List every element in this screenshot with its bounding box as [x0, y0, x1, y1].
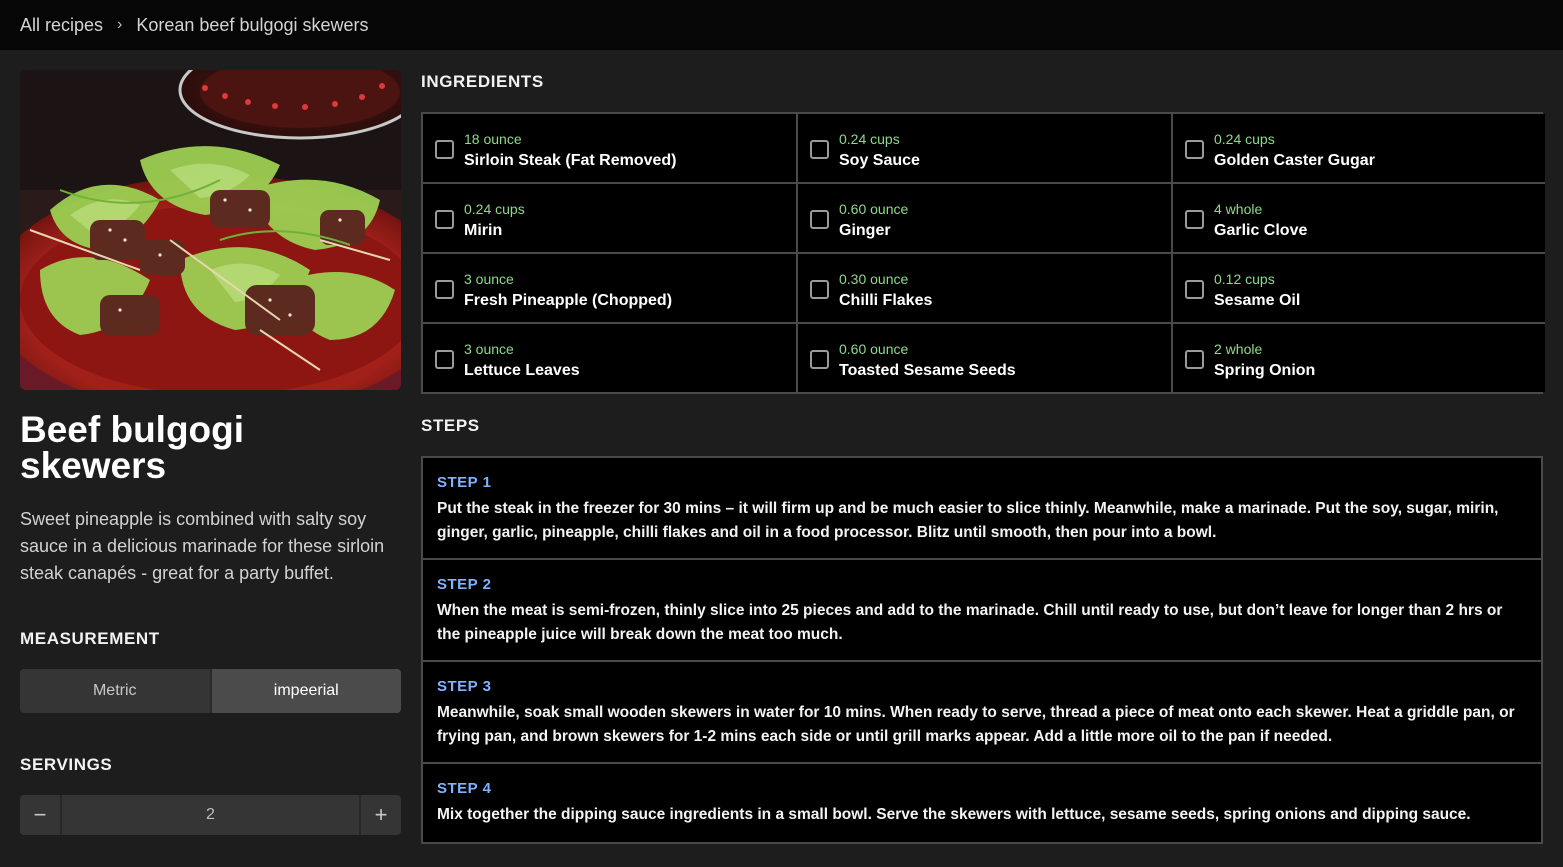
ingredient-quantity: 4 whole	[1214, 201, 1263, 217]
recipe-title: Beef bulgogi skewers	[20, 409, 245, 486]
imperial-option-button[interactable]: impeerial	[209, 669, 401, 713]
ingredient-item[interactable]: 0.60 ounce Ginger	[798, 184, 1173, 254]
ingredient-checkbox[interactable]	[810, 210, 829, 229]
ingredient-item[interactable]: 0.24 cups Golden Caster Gugar	[1173, 114, 1545, 184]
step-item: STEP 1 Put the steak in the freezer for …	[423, 458, 1541, 560]
step-label: STEP 2	[437, 576, 492, 593]
step-text: When the meat is semi-frozen, thinly sli…	[437, 602, 1503, 643]
step-text: Put the steak in the freezer for 30 mins…	[437, 500, 1499, 541]
ingredient-item[interactable]: 0.24 cups Soy Sauce	[798, 114, 1173, 184]
chevron-right-icon: ›	[117, 16, 123, 33]
recipe-sidebar: Beef bulgogi skewers Sweet pineapple is …	[20, 70, 401, 835]
servings-stepper: − 2 +	[20, 795, 401, 835]
measurement-toggle: Metric impeerial	[20, 669, 401, 713]
step-item: STEP 3 Meanwhile, soak small wooden skew…	[423, 662, 1541, 764]
steps-heading: STEPS	[421, 416, 480, 435]
recipe-photo	[20, 70, 401, 390]
measurement-heading: MEASUREMENT	[20, 629, 160, 648]
ingredient-quantity: 0.24 cups	[1214, 131, 1275, 147]
ingredient-name: Lettuce Leaves	[464, 362, 580, 379]
steps-list: STEP 1 Put the steak in the freezer for …	[421, 456, 1543, 844]
top-bar: All recipes › Korean beef bulgogi skewer…	[0, 0, 1563, 50]
recipe-main: INGREDIENTS 18 ounce Sirloin Steak (Fat …	[421, 70, 1545, 844]
ingredient-quantity: 3 ounce	[464, 271, 514, 287]
increment-button[interactable]: +	[361, 795, 401, 835]
ingredient-item[interactable]: 2 whole Spring Onion	[1173, 324, 1545, 392]
step-label: STEP 3	[437, 678, 492, 695]
ingredients-grid: 18 ounce Sirloin Steak (Fat Removed) 0.2…	[421, 112, 1545, 394]
ingredient-name: Ginger	[839, 222, 891, 239]
ingredient-checkbox[interactable]	[810, 140, 829, 159]
ingredient-item[interactable]: 0.60 ounce Toasted Sesame Seeds	[798, 324, 1173, 392]
ingredient-name: Soy Sauce	[839, 152, 920, 169]
ingredient-checkbox[interactable]	[435, 280, 454, 299]
metric-option-button[interactable]: Metric	[20, 669, 210, 713]
ingredient-quantity: 0.12 cups	[1214, 271, 1275, 287]
ingredient-item[interactable]: 0.12 cups Sesame Oil	[1173, 254, 1545, 324]
step-label: STEP 1	[437, 474, 492, 491]
ingredient-checkbox[interactable]	[1185, 140, 1204, 159]
ingredient-name: Mirin	[464, 222, 503, 239]
ingredient-item[interactable]: 4 whole Garlic Clove	[1173, 184, 1545, 254]
breadcrumb-current: Korean beef bulgogi skewers	[136, 14, 369, 35]
ingredient-item[interactable]: 0.24 cups Mirin	[423, 184, 798, 254]
ingredient-checkbox[interactable]	[435, 140, 454, 159]
ingredient-checkbox[interactable]	[1185, 280, 1204, 299]
ingredient-quantity: 0.24 cups	[839, 131, 900, 147]
ingredient-checkbox[interactable]	[435, 210, 454, 229]
step-text: Mix together the dipping sauce ingredien…	[437, 806, 1471, 823]
ingredient-quantity: 0.24 cups	[464, 201, 525, 217]
ingredient-name: Spring Onion	[1214, 362, 1316, 379]
ingredient-checkbox[interactable]	[1185, 210, 1204, 229]
ingredient-quantity: 2 whole	[1214, 341, 1263, 357]
ingredient-name: Sirloin Steak (Fat Removed)	[464, 152, 677, 169]
ingredient-name: Chilli Flakes	[839, 292, 933, 309]
ingredient-checkbox[interactable]	[810, 280, 829, 299]
recipe-description: Sweet pineapple is combined with salty s…	[20, 509, 385, 583]
ingredient-name: Fresh Pineapple (Chopped)	[464, 292, 673, 309]
ingredient-checkbox[interactable]	[810, 350, 829, 369]
ingredient-item[interactable]: 18 ounce Sirloin Steak (Fat Removed)	[423, 114, 798, 184]
ingredient-item[interactable]: 3 ounce Lettuce Leaves	[423, 324, 798, 392]
servings-value[interactable]: 2	[60, 795, 361, 835]
breadcrumb-all-recipes[interactable]: All recipes	[20, 15, 103, 36]
ingredient-name: Toasted Sesame Seeds	[839, 362, 1016, 379]
ingredient-item[interactable]: 0.30 ounce Chilli Flakes	[798, 254, 1173, 324]
ingredient-name: Golden Caster Gugar	[1214, 152, 1375, 169]
decrement-button[interactable]: −	[20, 795, 60, 835]
step-text: Meanwhile, soak small wooden skewers in …	[437, 704, 1515, 745]
ingredient-quantity: 3 ounce	[464, 341, 514, 357]
step-label: STEP 4	[437, 780, 492, 797]
ingredient-name: Garlic Clove	[1214, 222, 1308, 239]
ingredient-quantity: 0.60 ounce	[839, 201, 909, 217]
ingredient-quantity: 18 ounce	[464, 131, 522, 147]
servings-heading: SERVINGS	[20, 755, 113, 774]
step-item: STEP 2 When the meat is semi-frozen, thi…	[423, 560, 1541, 662]
ingredient-checkbox[interactable]	[435, 350, 454, 369]
ingredient-quantity: 0.30 ounce	[839, 271, 909, 287]
ingredient-checkbox[interactable]	[1185, 350, 1204, 369]
ingredients-heading: INGREDIENTS	[421, 72, 544, 91]
ingredient-quantity: 0.60 ounce	[839, 341, 909, 357]
step-item: STEP 4 Mix together the dipping sauce in…	[423, 764, 1541, 842]
ingredient-item[interactable]: 3 ounce Fresh Pineapple (Chopped)	[423, 254, 798, 324]
ingredient-name: Sesame Oil	[1214, 292, 1301, 309]
